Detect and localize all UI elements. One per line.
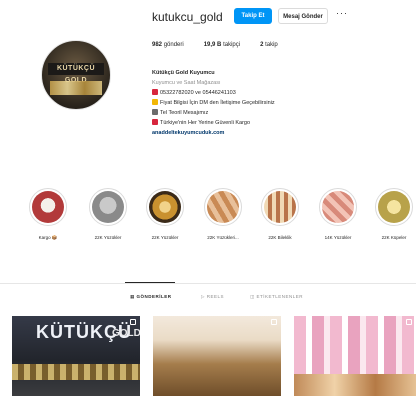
active-tab-indicator [125,282,175,283]
tab-posts-label: GÖNDERİLER [136,294,172,299]
carousel-icon [406,319,412,325]
highlight-label: Kargo 📦 [38,235,58,240]
highlight-label: 14K Yüzükler [324,235,352,240]
highlight-cover [378,191,410,223]
highlight-label: 22K Bileklik [268,235,292,240]
highlight-cover [32,191,64,223]
highlight-cover [149,191,181,223]
highlight-label: 22K Yüzükler [94,235,122,240]
highlight-item[interactable]: 22K Küpeler [372,188,416,240]
posts-count: 982 [152,42,163,48]
highlight-item[interactable]: 22K Bileklik [258,188,302,240]
bio-mail-line: Tel Teoril Mesajımız [152,108,392,118]
highlight-cover [207,191,239,223]
bio-name: Kütükçü Gold Kuyumcu [152,70,215,76]
message-button[interactable]: Mesaj Gönder [278,8,328,24]
highlight-label: 22K Yüzükleri... [207,235,239,240]
bio-shipping: Türkiye'nin Her Yerine Güvenli Kargo [160,120,251,126]
more-options-icon[interactable]: ··· [336,8,348,18]
carousel-icon [271,319,277,325]
flag-icon [152,119,158,125]
highlight-label: 22K Yüzükler [151,235,179,240]
posts-label: gönderi [163,42,184,48]
tab-posts[interactable]: ▦ GÖNDERİLER [130,294,172,300]
highlight-ring [375,188,413,226]
profile-header: KÜTÜKÇÜ GOLD kutukcu_gold Takip Et Mesaj… [0,0,416,175]
bio-link[interactable]: anaddeltekuyumcuduk.com [152,128,392,138]
story-highlights: Kargo 📦 22K Yüzükler 22K Yüzükler 22K Yü… [0,188,416,258]
carousel-icon [130,319,136,325]
highlight-ring [319,188,357,226]
tab-tagged-label: ETİKETLENENLER [256,294,304,299]
profile-bio: Kütükçü Gold Kuyumcu Kuyumcu ve Saat Mağ… [152,68,392,138]
followers-label: takipçi [223,42,241,48]
highlight-cover [322,191,354,223]
bio-shipping-line: Türkiye'nin Her Yerine Güvenli Kargo [152,118,392,128]
follow-button[interactable]: Takip Et [234,8,272,24]
highlight-item[interactable]: 22K Yüzükleri... [201,188,245,240]
tab-reels-label: REELS [206,294,224,299]
bio-prices: Fiyat Bilgisi İçin DM den İletişime Geçe… [160,100,275,106]
posts-grid: KÜTÜKÇÜ GOLD [12,316,416,396]
highlight-label: 22K Küpeler [381,235,407,240]
profile-username: kutukcu_gold [152,10,223,24]
stat-followers[interactable]: 19,9 B takipçi [204,42,240,48]
bio-mail: Tel Teoril Mesajımız [160,110,209,116]
bio-category: Kuyumcu ve Saat Mağazası [152,80,221,86]
profile-stats: 982 gönderi 19,9 B takipçi 2 takip [152,42,278,48]
highlight-ring [89,188,127,226]
post-thumbnail[interactable]: KÜTÜKÇÜ GOLD [12,316,140,396]
post-thumbnail[interactable] [294,316,416,396]
highlight-ring [29,188,67,226]
highlight-cover [92,191,124,223]
tabs-divider [0,283,416,284]
tab-tagged[interactable]: ◫ ETİKETLENENLER [250,294,303,300]
stat-following[interactable]: 2 takip [260,42,278,48]
highlight-cover [264,191,296,223]
post-thumbnail[interactable] [153,316,281,396]
avatar-logo-text: KÜTÜKÇÜ GOLD [48,63,104,84]
highlight-item[interactable]: 22K Yüzükler [143,188,187,240]
profile-avatar[interactable]: KÜTÜKÇÜ GOLD [41,40,111,110]
following-count: 2 [260,42,264,48]
following-label: takip [265,42,278,48]
followers-count: 19,9 B [203,42,222,48]
post-sign-text-2: GOLD [112,328,140,339]
post-display-lights [12,364,140,380]
highlight-ring [261,188,299,226]
phone-icon [152,89,158,95]
avatar-shelf [50,81,102,95]
mail-icon [152,109,158,115]
highlight-ring [204,188,242,226]
price-tag-icon [152,99,158,105]
highlight-item[interactable]: Kargo 📦 [26,188,70,241]
highlight-ring [146,188,184,226]
bio-prices-line: Fiyat Bilgisi İçin DM den İletişime Geçe… [152,98,392,108]
highlight-item[interactable]: 22K Yüzükler [86,188,130,240]
post-jewelry-area [294,374,416,396]
bio-phone-line: 05322782020 ve 05446241103 [152,88,392,98]
bio-phone: 05322782020 ve 05446241103 [160,90,236,96]
tab-reels[interactable]: ▷ REELS [201,294,224,300]
highlight-item[interactable]: 14K Yüzükler [316,188,360,240]
stat-posts: 982 gönderi [152,42,184,48]
